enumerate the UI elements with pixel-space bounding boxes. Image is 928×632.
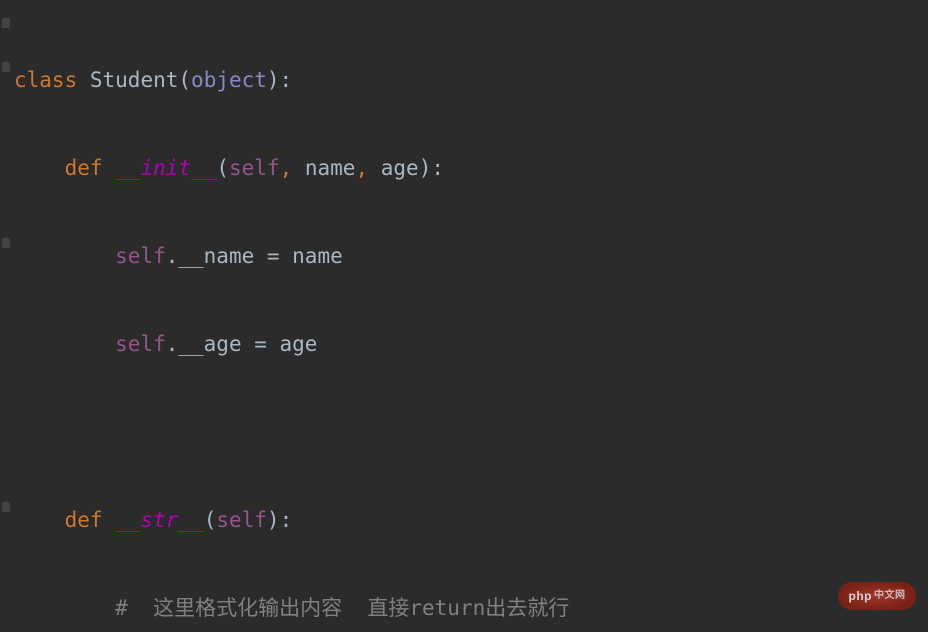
assign: .__name = name <box>166 244 343 268</box>
param-self: self <box>216 508 267 532</box>
assign: .__age = age <box>166 332 318 356</box>
method-str: __str__ <box>115 508 204 532</box>
keyword-def: def <box>65 508 103 532</box>
watermark-suffix: 中文网 <box>874 574 906 618</box>
code-line-7: # 这里格式化输出内容 直接return出去就行 <box>14 586 928 630</box>
self-ref: self <box>115 244 166 268</box>
punct: ): <box>267 68 292 92</box>
code-line-1: class Student(object): <box>14 58 928 102</box>
comma: , <box>280 156 293 180</box>
class-name: Student <box>90 68 179 92</box>
watermark-text: php <box>849 574 873 618</box>
code-line-3: self.__name = name <box>14 234 928 278</box>
param-age: age <box>381 156 419 180</box>
punct: ): <box>267 508 292 532</box>
keyword-def: def <box>65 156 103 180</box>
code-line-2: def __init__(self, name, age): <box>14 146 928 190</box>
punct: ( <box>216 156 229 180</box>
self-ref: self <box>115 332 166 356</box>
code-line-5 <box>14 410 928 454</box>
punct: ): <box>419 156 444 180</box>
punct: ( <box>204 508 217 532</box>
method-init: __init__ <box>115 156 216 180</box>
param-self: self <box>229 156 280 180</box>
comma: , <box>355 156 368 180</box>
builtin-object: object <box>191 68 267 92</box>
code-editor: class Student(object): def __init__(self… <box>0 0 928 632</box>
punct: ( <box>178 68 191 92</box>
keyword-class: class <box>14 68 77 92</box>
comment: # 这里格式化输出内容 直接return出去就行 <box>115 596 569 620</box>
code-line-6: def __str__(self): <box>14 498 928 542</box>
param-name: name <box>305 156 356 180</box>
code-line-4: self.__age = age <box>14 322 928 366</box>
watermark-badge: php中文网 <box>838 582 916 610</box>
